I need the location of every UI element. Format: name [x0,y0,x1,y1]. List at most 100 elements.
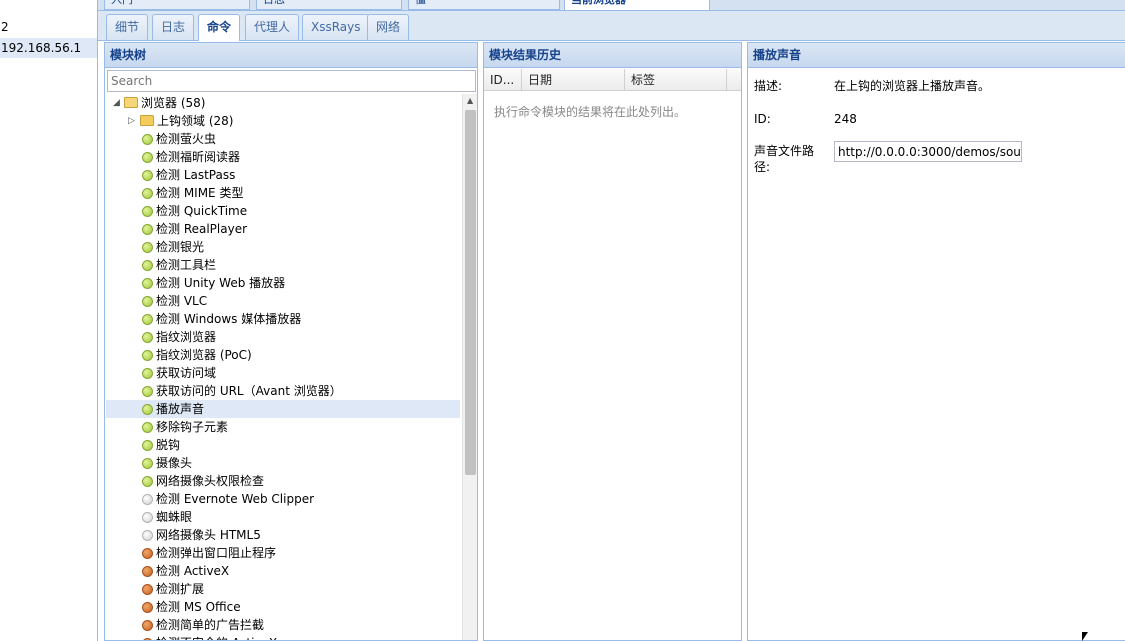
tree-module-item[interactable]: 检测 VLC [106,292,460,310]
tree-module-item[interactable]: 检测弹出窗口阻止程序 [106,544,460,562]
tab-getting-started[interactable]: 入门 [104,0,250,10]
tab-commands[interactable]: 命令 [198,14,241,41]
status-green-icon [142,458,153,469]
tree-module-item[interactable]: 检测工具栏 [106,256,460,274]
status-green-icon [142,278,153,289]
tree-module-item[interactable]: 检测萤火虫 [106,130,460,148]
tree-module-item[interactable]: 检测 Windows 媒体播放器 [106,310,460,328]
tab-logs[interactable]: 日志 [256,0,402,10]
module-tree: ◢ 浏览器 (58) ▷ 上钩领域 (28) 检测萤火虫检测福昕阅读器 检测 LastPa… [106,94,461,640]
scroll-up-icon[interactable]: ▲ [467,96,473,105]
history-title: 模块结果历史 [484,43,741,68]
tree-module-item[interactable]: 网络摄像头 HTML5 [106,526,460,544]
tab-zombies[interactable]: 僵 [408,0,560,10]
tab-proxy[interactable]: 代理人 [245,14,300,40]
hooked-browser-item[interactable]: 2 [0,17,97,37]
tree-node-label: 检测 MIME 类型 [156,186,244,200]
tree-node-label: 检测 Unity Web 播放器 [156,276,286,290]
status-green-icon [142,224,153,235]
status-green-icon [142,404,153,415]
module-tree-title: 模块树 [105,43,477,68]
status-green-icon [142,206,153,217]
folder-open-icon [124,97,138,108]
tree-module-item[interactable]: 摄像头 [106,454,460,472]
tree-node-label: 获取访问域 [156,366,217,380]
module-results-history-panel: 模块结果历史 ID... 日期 标签 执行命令模块的结果将在此处列出。 [483,42,742,641]
status-green-icon [142,260,153,271]
module-detail-panel: 播放声音 描述: 在上钩的浏览器上播放声音。 ID: 248 声音文件路 径: [747,42,1125,641]
tree-folder-hooked-domain[interactable]: ▷ 上钩领域 (28) [106,112,460,130]
id-value: 248 [834,112,857,126]
tree-module-item[interactable]: 检测 Unity Web 播放器 [106,274,460,292]
tree-node-label: 检测弹出窗口阻止程序 [156,546,277,560]
tree-node-label: 网络摄像头权限检查 [156,474,265,488]
tree-scrollbar[interactable]: ▲ [462,94,477,640]
sound-path-label-line1: 声音文件路 [754,144,815,158]
tree-module-item[interactable]: 检测银光 [106,238,460,256]
tree-node-label: 检测福昕阅读器 [156,150,241,164]
browser-sub-tab-bar: 细节 日志 命令 代理人 XssRays 网络 [98,11,1125,41]
tree-node-label: 检测 LastPass [156,168,236,182]
tree-module-item[interactable]: 蜘蛛眼 [106,508,460,526]
tree-module-item[interactable]: 检测 ActiveX [106,562,460,580]
tree-node-label: 摄像头 [156,456,193,470]
tree-node-label: 检测 VLC [156,294,208,308]
status-white-icon [142,512,153,523]
tree-module-item[interactable]: 检测 MIME 类型 [106,184,460,202]
status-green-icon [142,134,153,145]
tree-module-item[interactable]: 检测 RealPlayer [106,220,460,238]
sound-file-path-input[interactable] [834,141,1022,162]
tree-module-item[interactable]: 指纹浏览器 [106,328,460,346]
mouse-cursor-icon [1082,632,1088,641]
tree-module-item[interactable]: 获取访问域 [106,364,460,382]
tree-module-item-selected[interactable]: 播放声音 [106,400,460,418]
status-white-icon [142,494,153,505]
tree-node-label: 检测不安全的 ActiveX [156,634,277,640]
tree-module-item[interactable]: 检测简单的广告拦截 [106,616,460,634]
status-green-icon [142,350,153,361]
tab-xssrays[interactable]: XssRays [302,14,370,40]
tree-module-item[interactable]: 获取访问的 URL（Avant 浏览器） [106,382,460,400]
tree-module-item[interactable]: 脱钩 [106,436,460,454]
collapse-arrow-icon[interactable]: ▷ [128,112,135,130]
tree-node-label: 浏览器 (58) [141,96,206,110]
tree-node-label: 检测扩展 [156,582,205,596]
tree-folder-browser[interactable]: ◢ 浏览器 (58) [106,94,460,112]
module-search-input[interactable] [107,70,476,92]
description-value: 在上钩的浏览器上播放声音。 [834,79,991,93]
tab-details[interactable]: 细节 [106,14,149,40]
tree-module-item[interactable]: 检测 LastPass [106,166,460,184]
tree-module-item[interactable]: 检测福昕阅读器 [106,148,460,166]
column-id[interactable]: ID... [484,69,522,91]
tree-module-item[interactable]: 检测 QuickTime [106,202,460,220]
tree-module-item[interactable]: 移除钩子元素 [106,418,460,436]
description-label: 描述: [754,79,783,93]
tree-node-label: 检测萤火虫 [156,132,217,146]
tree-module-item[interactable]: 检测 Evernote Web Clipper [106,490,460,508]
status-green-icon [142,296,153,307]
hooked-browser-item-selected[interactable]: 192.168.56.1 [0,38,97,58]
status-white-icon [142,530,153,541]
expand-arrow-icon[interactable]: ◢ [113,94,120,112]
tab-network[interactable]: 网络 [367,14,410,40]
status-orange-icon [142,620,153,631]
sound-path-label-line2: 径: [754,160,771,174]
column-date[interactable]: 日期 [522,69,625,91]
tree-node-label: 检测简单的广告拦截 [156,618,265,632]
status-orange-icon [142,548,153,559]
status-green-icon [142,242,153,253]
tree-module-item[interactable]: 检测扩展 [106,580,460,598]
tree-node-label: 检测 RealPlayer [156,222,248,236]
tree-node-label: 播放声音 [156,402,205,416]
tree-module-item[interactable]: 指纹浏览器 (PoC) [106,346,460,364]
history-column-header: ID... 日期 标签 [484,69,741,91]
folder-closed-icon [140,115,154,126]
scrollbar-thumb[interactable] [465,110,476,475]
tab-current-browser[interactable]: 当前浏览器 [564,0,710,10]
tree-module-item[interactable]: 检测不安全的 ActiveX [106,634,460,640]
status-orange-icon [142,584,153,595]
tree-module-item[interactable]: 检测 MS Office [106,598,460,616]
tree-module-item[interactable]: 网络摄像头权限检查 [106,472,460,490]
column-label[interactable]: 标签 [625,69,727,91]
tab-logs-sub[interactable]: 日志 [152,14,195,40]
